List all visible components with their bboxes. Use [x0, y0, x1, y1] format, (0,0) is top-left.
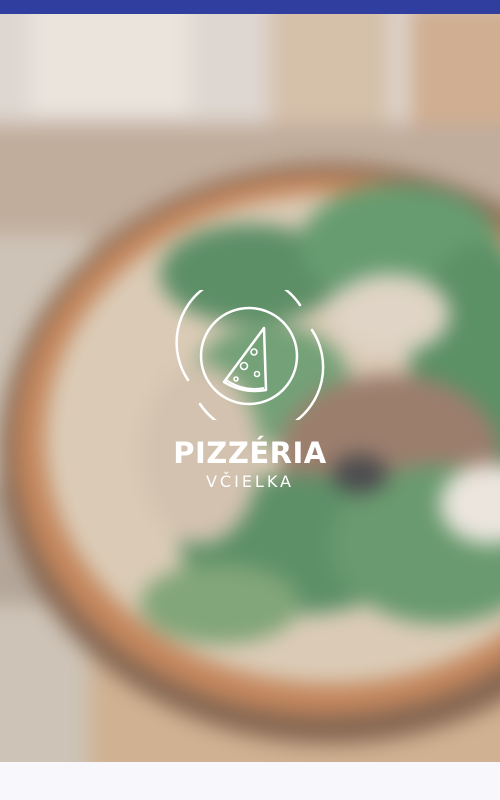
pizza-slice-icon: [175, 273, 325, 436]
status-bar: [0, 0, 500, 14]
brand-logo: [0, 273, 500, 436]
brand-subtitle: VČIELKA: [205, 472, 294, 491]
bottom-bar: [0, 762, 500, 800]
brand-title: PIZZÉRIA: [173, 436, 327, 470]
